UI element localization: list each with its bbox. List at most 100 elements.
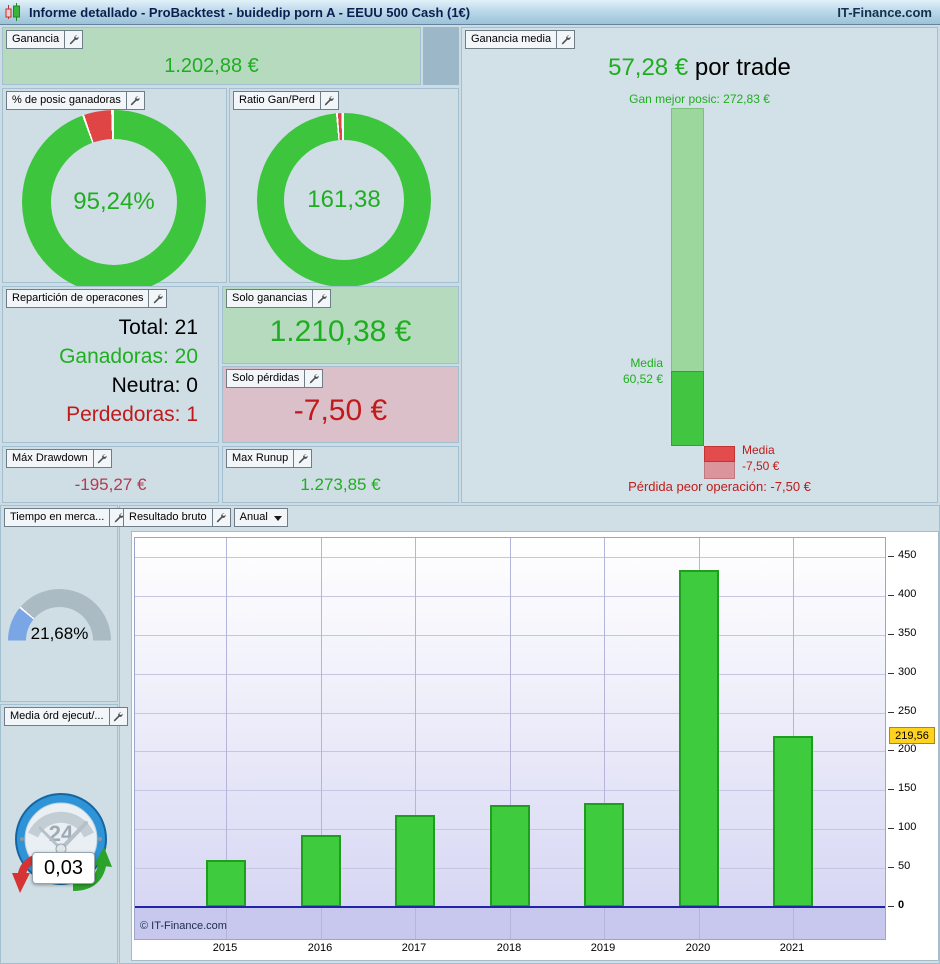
- title-bar: Informe detallado - ProBacktest - buided…: [0, 0, 940, 25]
- panel-max-drawdown-title: Máx Drawdown: [6, 449, 94, 468]
- ganancia-settings-button[interactable]: [65, 30, 84, 49]
- watermark-label: © IT-Finance.com: [140, 920, 227, 932]
- panel-media-ord-title: Media órd ejecut/...: [4, 707, 110, 726]
- x-tick-label: 2017: [401, 942, 427, 954]
- panel-max-runup-title: Max Runup: [226, 449, 295, 468]
- top-filler-block: [423, 27, 459, 85]
- max-runup-settings-button[interactable]: [294, 449, 313, 468]
- avg-gain-bar-light: [671, 108, 704, 371]
- annual-x-axis: 2015 2016 2017 2018 2019 2020 2021: [134, 942, 886, 958]
- panel-ganancia-media: Ganancia media 57,28 € por trade Gan mej…: [461, 27, 938, 503]
- x-tick-label: 2016: [307, 942, 333, 954]
- result-bar: [490, 805, 530, 907]
- annual-chart-box: © IT-Finance.com 0 50 100 150 200 250 300 350 40…: [131, 531, 939, 961]
- period-dropdown-value: Anual: [239, 511, 268, 523]
- wrench-icon: [216, 512, 226, 522]
- x-tick-label: 2020: [685, 942, 711, 954]
- panel-ganancia-title: Ganancia: [6, 30, 66, 49]
- panel-media-ord: Media órd ejecut/... 24 0,03: [0, 704, 128, 964]
- media-gain-label: Media: [630, 356, 663, 370]
- wrench-icon: [113, 711, 123, 721]
- time-gauge-value: 21,68%: [30, 624, 89, 643]
- x-tick-label: 2015: [212, 942, 238, 954]
- panel-max-drawdown-header: Máx Drawdown: [6, 449, 112, 468]
- panel-reparticion-header: Repartición de operacones: [6, 289, 168, 308]
- panel-solo-ganancias-header: Solo ganancias: [226, 289, 332, 308]
- wrench-icon: [309, 373, 319, 383]
- panel-resultado-bruto: Resultado bruto Anual © IT-Finance.com 0…: [119, 505, 940, 964]
- panel-solo-perdidas-title: Solo pérdidas: [226, 369, 306, 388]
- clock-24h-icon: 24: [12, 793, 112, 893]
- panel-solo-ganancias: Solo ganancias 1.210,38 €: [222, 286, 459, 364]
- result-bar: [395, 815, 435, 907]
- panel-tiempo: Tiempo en merca... 21,68%: [0, 505, 129, 702]
- y-tick-label: 400: [898, 588, 917, 600]
- result-bar: [679, 570, 719, 907]
- row-perdedoras: Perdedoras: 1: [66, 403, 198, 426]
- y-tick-label: 150: [898, 782, 917, 794]
- panel-resultado-title: Resultado bruto: [123, 508, 213, 527]
- panel-solo-perdidas-header: Solo pérdidas: [226, 369, 324, 388]
- candlestick-icon: [5, 3, 20, 21]
- ratio-settings-button[interactable]: [320, 91, 339, 110]
- max-runup-value: 1.273,85 €: [300, 475, 381, 494]
- result-bar: [206, 860, 246, 907]
- solo-ganancias-settings-button[interactable]: [313, 289, 332, 308]
- brand-label: IT-Finance.com: [837, 4, 932, 20]
- pct-settings-button[interactable]: [126, 91, 145, 110]
- y-tick: [888, 712, 894, 713]
- panel-pct-header: % de posic ganadoras: [6, 91, 145, 110]
- panel-ratio-title: Ratio Gan/Perd: [233, 91, 321, 110]
- panel-tiempo-title: Tiempo en merca...: [4, 508, 111, 527]
- x-tick-label: 2019: [590, 942, 616, 954]
- y-tick: [888, 634, 894, 635]
- panel-max-runup-header: Max Runup: [226, 449, 313, 468]
- y-tick-label: 0: [898, 899, 905, 911]
- panel-ganancia: Ganancia 1.202,88 €: [2, 27, 421, 85]
- panel-media-ord-header: Media órd ejecut/...: [4, 707, 128, 726]
- solo-perdidas-settings-button[interactable]: [305, 369, 324, 388]
- current-value-badge: 219,56: [889, 727, 935, 744]
- max-drawdown-settings-button[interactable]: [93, 449, 112, 468]
- max-drawdown-value: -195,27 €: [74, 475, 147, 494]
- y-tick: [888, 789, 894, 790]
- avg-gain-bar-media: [671, 371, 704, 446]
- avg-per-trade-value: 57,28 €: [608, 54, 689, 81]
- y-tick-label: 450: [898, 549, 917, 561]
- y-tick: [888, 828, 894, 829]
- y-tick: [888, 556, 894, 557]
- y-tick: [888, 906, 894, 907]
- y-tick-label: 300: [898, 666, 917, 678]
- y-tick: [888, 750, 894, 751]
- wrench-icon: [317, 293, 327, 303]
- period-dropdown[interactable]: Anual: [233, 508, 288, 527]
- y-tick: [888, 867, 894, 868]
- result-bar: [301, 835, 341, 907]
- wrench-icon: [153, 293, 163, 303]
- panel-solo-ganancias-title: Solo ganancias: [226, 289, 314, 308]
- y-tick-label: 50: [898, 860, 911, 872]
- wrench-icon: [325, 95, 334, 105]
- reparticion-settings-button[interactable]: [149, 289, 168, 308]
- y-tick-label: 350: [898, 627, 917, 639]
- row-neutra: Neutra: 0: [111, 374, 198, 397]
- panel-solo-perdidas: Solo pérdidas -7,50 €: [222, 366, 459, 443]
- window-title: Informe detallado - ProBacktest - buided…: [29, 4, 471, 20]
- ganancia-media-settings-button[interactable]: [557, 30, 576, 49]
- avg-per-trade-suffix: por trade: [688, 54, 791, 81]
- row-ganadoras: Ganadoras: 20: [59, 345, 198, 368]
- avg-loss-bar-media: [704, 446, 735, 462]
- chevron-down-icon: [273, 516, 282, 525]
- avg-per-trade-line: 57,28 € por trade: [462, 54, 937, 82]
- panel-ganancia-media-header: Ganancia media: [465, 30, 576, 49]
- panel-ganancia-media-title: Ganancia media: [465, 30, 558, 49]
- media-ord-settings-button[interactable]: [109, 707, 128, 726]
- media-loss-label: Media: [742, 443, 775, 457]
- orders-per-day-value: 0,03: [32, 852, 95, 884]
- solo-ganancias-value: 1.210,38 €: [269, 315, 412, 348]
- y-tick: [888, 595, 894, 596]
- zero-axis-line: [135, 906, 885, 908]
- ganancia-value: 1.202,88 €: [164, 55, 259, 77]
- resultado-settings-button[interactable]: [212, 508, 231, 527]
- media-loss-value: -7,50 €: [742, 459, 780, 473]
